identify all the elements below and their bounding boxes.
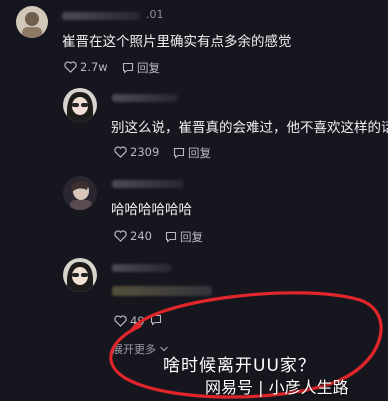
heart-outline-icon (114, 146, 127, 158)
like-button[interactable]: 2309 (114, 145, 159, 159)
comment-text: 别这么说，崔晋真的会难过，他不喜欢这样的话 (111, 120, 388, 136)
like-button[interactable]: 240 (114, 229, 152, 243)
username[interactable] (112, 180, 184, 188)
like-count: 2309 (130, 145, 160, 159)
avatar[interactable] (63, 176, 97, 210)
reply-label: 回复 (137, 61, 160, 75)
reply-button[interactable]: 回复 (165, 229, 203, 245)
like-button[interactable]: 2.7w (64, 60, 108, 74)
comment-text-obscured (112, 286, 212, 296)
heart-outline-icon (64, 61, 77, 73)
heart-outline-icon (114, 315, 127, 327)
comment-bubble-icon (122, 62, 134, 74)
comment-bubble-icon (173, 147, 185, 159)
avatar[interactable] (63, 258, 97, 292)
like-count: 240 (130, 229, 152, 243)
reply-label: 回复 (180, 230, 203, 244)
like-count: 2.7w (80, 60, 108, 74)
annotation-caption: 啥时候离开UU家？ (163, 356, 316, 376)
heart-outline-icon (114, 230, 127, 242)
expand-more-button[interactable]: 展开更多 (112, 341, 169, 357)
like-count: 49 (130, 314, 145, 328)
username[interactable] (62, 12, 140, 20)
username[interactable] (112, 264, 172, 272)
username[interactable] (112, 94, 178, 102)
expand-more-label: 展开更多 (112, 343, 156, 356)
watermark: 网易号 | 小彦人生路 (205, 378, 349, 397)
reply-button[interactable] (150, 314, 162, 326)
comment-bubble-icon (150, 314, 162, 326)
reply-button[interactable]: 回复 (173, 145, 211, 161)
annotation-ellipse (109, 291, 383, 399)
reply-label: 回复 (188, 146, 211, 160)
timestamp: .01 (146, 8, 164, 21)
comment-bubble-icon (165, 231, 177, 243)
avatar[interactable] (63, 88, 97, 122)
avatar[interactable] (16, 6, 48, 38)
like-button[interactable]: 49 (114, 314, 145, 328)
reply-button[interactable]: 回复 (122, 60, 160, 76)
comment-text: 哈哈哈哈哈哈 (111, 202, 192, 218)
comment-text: 崔晋在这个照片里确实有点多余的感觉 (62, 34, 292, 50)
